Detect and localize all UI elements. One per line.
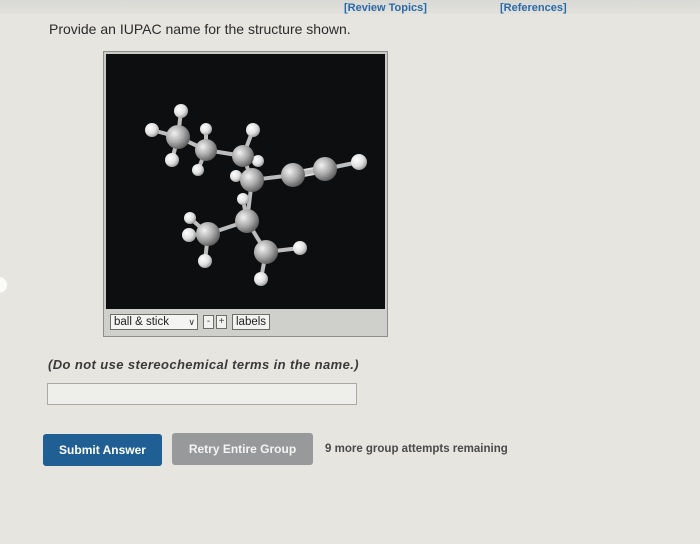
molecule-model [145,104,367,286]
zoom-out-button[interactable]: - [203,315,214,329]
molecule-viewer: ball & stick ∨ - + labels [103,51,388,337]
chevron-down-icon: ∨ [188,317,195,327]
review-topics-link[interactable]: [Review Topics] [344,2,427,14]
submit-answer-button[interactable]: Submit Answer [43,434,162,466]
side-collapse-tab[interactable] [0,277,7,293]
molecule-canvas[interactable] [106,54,385,309]
display-style-value: ball & stick [114,316,169,328]
answer-input[interactable] [47,383,357,405]
instruction-text: (Do not use stereochemical terms in the … [48,357,359,372]
attempts-remaining: 9 more group attempts remaining [325,443,508,455]
question-prompt: Provide an IUPAC name for the structure … [49,21,351,37]
display-style-select[interactable]: ball & stick ∨ [110,314,198,330]
references-link[interactable]: [References] [500,2,567,14]
viewer-controls: ball & stick ∨ - + labels [104,309,387,336]
labels-toggle[interactable]: labels [232,314,271,330]
zoom-in-button[interactable]: + [216,315,227,329]
retry-group-button[interactable]: Retry Entire Group [172,433,313,465]
